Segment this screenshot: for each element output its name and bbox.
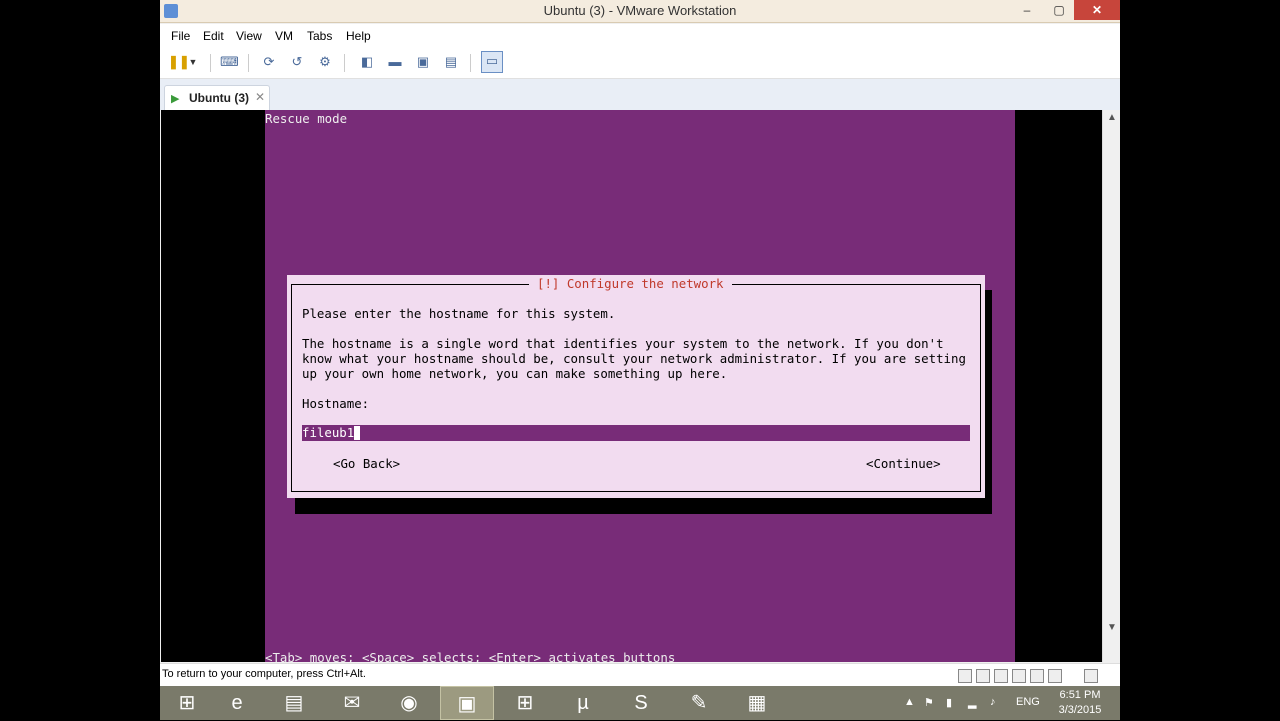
console-view-icon[interactable]: ▣ — [414, 53, 432, 71]
network-adapter-icon[interactable] — [994, 669, 1008, 683]
installer-screen: Rescue mode [!] Configure the network Pl… — [265, 110, 1015, 662]
menu-bar: File Edit View VM Tabs Help — [160, 24, 1120, 48]
language-indicator[interactable]: ENG — [1016, 696, 1040, 708]
menu-help[interactable]: Help — [346, 29, 371, 43]
toolbar-separator — [470, 54, 471, 72]
clock-date: 3/3/2015 — [1058, 704, 1102, 716]
action-center-flag-icon[interactable]: ⚑ — [924, 696, 934, 709]
explanation-line-3: up your own home network, you can make s… — [302, 366, 728, 381]
thumbnail-icon[interactable]: ▭ — [481, 51, 503, 73]
firefox-icon[interactable]: ◉ — [382, 686, 436, 720]
text-cursor — [354, 426, 361, 440]
clock[interactable]: 6:51 PM 3/3/2015 — [1045, 688, 1115, 718]
volume-muted-icon[interactable]: ♪ — [990, 696, 996, 708]
hard-disk-icon[interactable] — [958, 669, 972, 683]
usb-controller-icon[interactable] — [1012, 669, 1026, 683]
vertical-scrollbar[interactable]: ▲ ▼ — [1102, 110, 1120, 662]
store-icon[interactable]: ⊞ — [498, 686, 552, 720]
media-icon[interactable]: ▦ — [730, 686, 784, 720]
hostname-input[interactable]: fileub1 — [302, 425, 970, 441]
rescue-mode-label: Rescue mode — [265, 111, 348, 126]
vm-console[interactable]: Rescue mode [!] Configure the network Pl… — [161, 110, 1102, 662]
start-icon[interactable]: ⊞ — [160, 686, 214, 720]
snapshot-revert-icon[interactable]: ↺ — [288, 53, 306, 71]
cd-dvd-icon[interactable] — [976, 669, 990, 683]
menu-tabs[interactable]: Tabs — [307, 29, 332, 43]
clock-time: 6:51 PM — [1059, 689, 1101, 701]
explanation-line-2: know what your hostname should be, consu… — [302, 351, 966, 366]
show-hidden-icons-icon[interactable]: ▲ — [904, 696, 915, 708]
pause-icon[interactable]: ❚❚ — [168, 53, 190, 71]
utorrent-icon[interactable]: µ — [556, 686, 610, 720]
title-bar: Ubuntu (3) - VMware Workstation – ▢ ✕ — [160, 0, 1120, 23]
sound-card-icon[interactable] — [1030, 669, 1044, 683]
dropdown-arrow-icon[interactable]: ▼ — [188, 53, 198, 71]
unity-icon[interactable]: ▬ — [386, 53, 404, 71]
fullscreen-icon[interactable]: ◧ — [358, 53, 376, 71]
toolbar: ❚❚ ▼ ⌨ ⟳ ↺ ⚙ ◧ ▬ ▣ ▤ ▭ — [160, 48, 1120, 79]
tab-bar: ▶ Ubuntu (3) ✕ — [160, 79, 1120, 111]
vm-running-icon: ▶ — [171, 93, 180, 105]
keyboard-help-line: <Tab> moves; <Space> selects; <Enter> ac… — [265, 650, 676, 662]
explanation-line-1: The hostname is a single word that ident… — [302, 336, 944, 351]
window-title: Ubuntu (3) - VMware Workstation — [543, 3, 737, 18]
menu-edit[interactable]: Edit — [203, 29, 224, 43]
internet-explorer-icon[interactable]: e — [210, 686, 264, 720]
send-ctrl-alt-del-icon[interactable]: ⌨ — [220, 53, 239, 71]
snapshot-manager-icon[interactable]: ⚙ — [316, 53, 334, 71]
tab-close-icon[interactable]: ✕ — [255, 90, 265, 104]
hostname-label: Hostname: — [302, 396, 370, 411]
skype-icon[interactable]: S — [614, 686, 668, 720]
tab-label: Ubuntu (3) — [189, 91, 249, 105]
menu-vm[interactable]: VM — [275, 29, 293, 43]
windows-taskbar: ⊞ e ▤ ✉ ◉ ▣ ⊞ µ S ✎ ▦ ▲ ⚑ ▮ ▂ ♪ ENG 6:51… — [160, 686, 1120, 720]
tab-ubuntu-3[interactable]: ▶ Ubuntu (3) ✕ — [164, 85, 270, 111]
dialog-title: [!] Configure the network — [529, 275, 732, 293]
configure-network-dialog: [!] Configure the network Please enter t… — [287, 275, 985, 498]
toolbar-separator — [210, 54, 211, 72]
toolbar-separator — [344, 54, 345, 72]
menu-view[interactable]: View — [236, 29, 262, 43]
hostname-prompt: Please enter the hostname for this syste… — [302, 306, 616, 321]
display-icon[interactable] — [1048, 669, 1062, 683]
vmware-window: Ubuntu (3) - VMware Workstation – ▢ ✕ Fi… — [160, 0, 1120, 686]
menu-file[interactable]: File — [171, 29, 190, 43]
toolbar-separator — [248, 54, 249, 72]
status-message: To return to your computer, press Ctrl+A… — [162, 668, 366, 680]
network-icon[interactable]: ▂ — [968, 696, 976, 709]
go-back-button[interactable]: <Go Back> — [333, 456, 400, 471]
continue-button[interactable]: <Continue> — [866, 456, 941, 471]
snapshot-take-icon[interactable]: ⟳ — [260, 53, 278, 71]
hostname-value: fileub1 — [302, 425, 355, 440]
status-bar: To return to your computer, press Ctrl+A… — [160, 663, 1120, 686]
minimize-button[interactable]: – — [1014, 0, 1040, 20]
maximize-button[interactable]: ▢ — [1046, 0, 1072, 20]
message-log-icon[interactable] — [1084, 669, 1098, 683]
notepad-icon[interactable]: ✎ — [672, 686, 726, 720]
library-icon[interactable]: ▤ — [442, 53, 460, 71]
vmware-icon[interactable]: ▣ — [440, 686, 494, 720]
file-explorer-icon[interactable]: ▤ — [267, 686, 321, 720]
scroll-up-icon[interactable]: ▲ — [1107, 112, 1117, 123]
thunderbird-icon[interactable]: ✉ — [325, 686, 379, 720]
scroll-down-icon[interactable]: ▼ — [1107, 622, 1117, 633]
power-icon[interactable]: ▮ — [946, 696, 952, 709]
close-button[interactable]: ✕ — [1074, 0, 1120, 20]
